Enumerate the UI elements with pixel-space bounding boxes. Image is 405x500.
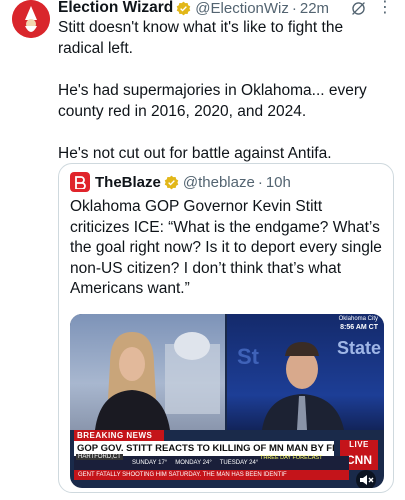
quote-author-name: TheBlaze	[95, 173, 161, 191]
affiliate-label: HARTFORD,CT	[76, 454, 123, 460]
governor-panel: State St Oklahoma City 8:56 AM CT	[227, 314, 384, 430]
quote-time: 10h	[265, 173, 291, 191]
anchor-panel	[70, 314, 225, 430]
separator-dot: ·	[257, 173, 263, 191]
quote-header: TheBlaze @theblaze · 10h	[70, 172, 291, 192]
speaker-muted-icon	[360, 475, 374, 485]
verified-badge-icon	[164, 175, 179, 189]
weather-day: SUNDAY 17°	[132, 460, 168, 466]
post-paragraph: He's not cut out for battle against Anti…	[58, 145, 332, 162]
svg-text:State: State	[337, 338, 381, 358]
weather-day: TUESDAY 24°	[219, 460, 259, 466]
news-ticker: GENT FATALLY SHOOTING HIM SATURDAY. THE …	[74, 470, 349, 480]
author-name[interactable]: Election Wizard	[58, 0, 173, 17]
quote-text: Oklahoma GOP Governor Kevin Stitt critic…	[70, 198, 382, 297]
quoted-post[interactable]: TheBlaze @theblaze · 10h Oklahoma GOP Go…	[58, 163, 394, 493]
theblaze-avatar	[70, 172, 90, 192]
post-paragraph: He's had supermajories in Oklahoma... ev…	[58, 82, 367, 120]
quote-author-handle: @theblaze	[182, 173, 255, 191]
separator-dot: ·	[291, 0, 297, 17]
video-player[interactable]: State St Oklahoma City 8:56 AM CT BREAKI…	[70, 314, 384, 488]
verified-badge-icon	[177, 1, 191, 15]
post-body: Stitt doesn't know what it's like to fig…	[58, 17, 391, 164]
author-avatar[interactable]	[12, 0, 50, 38]
more-options-icon[interactable]: ⋮	[377, 0, 393, 16]
live-badge: LIVE	[340, 440, 378, 450]
post-header: Election Wizard @ElectionWiz · 22m	[58, 0, 393, 18]
clock-label: 8:56 AM CT	[340, 324, 378, 331]
forecast-label: THREE DAY FORECAST	[260, 455, 323, 461]
breaking-news-tag: BREAKING NEWS	[74, 430, 164, 441]
mute-button[interactable]	[356, 470, 376, 488]
svg-text:St: St	[237, 344, 260, 369]
post-paragraph: Stitt doesn't know what it's like to fig…	[58, 19, 344, 57]
weather-day: MONDAY 24°	[175, 460, 212, 466]
author-handle[interactable]: @ElectionWiz	[195, 0, 289, 17]
grok-icon[interactable]	[350, 0, 367, 17]
post-time[interactable]: 22m	[300, 0, 329, 17]
location-label: Oklahoma City	[338, 316, 378, 322]
